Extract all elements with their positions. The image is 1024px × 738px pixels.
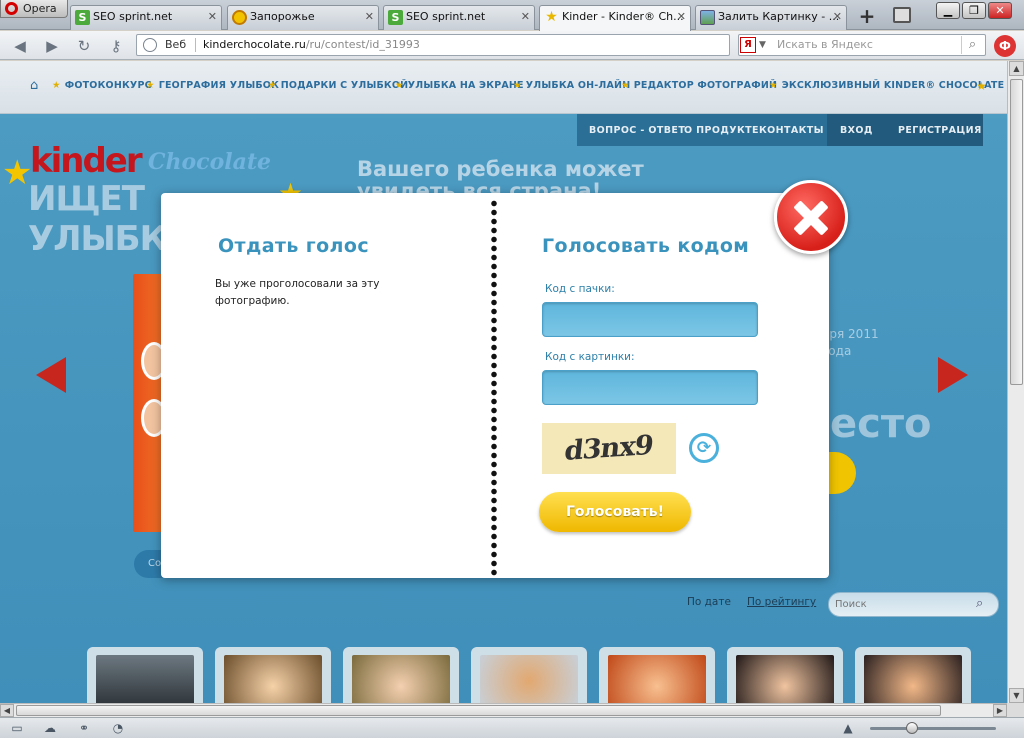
browser-tab[interactable]: S SEO sprint.net ✕ bbox=[70, 5, 222, 30]
pack-code-label: Код с пачки: bbox=[545, 283, 615, 295]
scroll-down-icon[interactable]: ▼ bbox=[1009, 688, 1024, 703]
close-icon[interactable] bbox=[774, 180, 848, 254]
pack-code-field[interactable] bbox=[542, 302, 758, 337]
zoom-menu-icon[interactable]: ▲ bbox=[840, 721, 856, 735]
scroll-up-icon[interactable]: ▲ bbox=[1009, 61, 1024, 76]
vote-by-code-title: Голосовать кодом bbox=[542, 235, 750, 257]
minimize-window-button[interactable]: ▁ bbox=[936, 2, 960, 19]
sun-icon bbox=[232, 10, 247, 25]
new-tab-icon[interactable]: + bbox=[855, 6, 879, 28]
refresh-captcha-icon[interactable]: ⟳ bbox=[689, 433, 719, 463]
yandex-icon[interactable]: Я bbox=[740, 37, 756, 53]
browser-status-bar: ▭ ☁ ⚭ ◔ ▲ bbox=[0, 717, 1024, 738]
opera-menu-button[interactable]: Opera bbox=[0, 0, 68, 18]
vertical-scroll-thumb[interactable] bbox=[1010, 79, 1023, 385]
address-separator bbox=[195, 38, 196, 52]
horizontal-scroll-thumb[interactable] bbox=[16, 705, 941, 716]
image-icon bbox=[700, 10, 715, 25]
address-host: kinderchocolate.ru bbox=[203, 38, 306, 51]
already-voted-message: Вы уже проголосовали за эту фотографию. bbox=[215, 278, 380, 307]
unite-icon[interactable]: ⚭ bbox=[76, 721, 92, 735]
captcha-image: d3nx9 bbox=[542, 423, 676, 474]
vote-submit-button[interactable]: Голосовать! bbox=[539, 492, 691, 532]
key-icon[interactable]: ⚷ bbox=[107, 37, 125, 55]
address-field[interactable]: Веб kinderchocolate.ru/ru/contest/id_319… bbox=[136, 34, 730, 56]
browser-tab[interactable]: S SEO sprint.net ✕ bbox=[383, 5, 535, 30]
tab-title: SEO sprint.net bbox=[93, 10, 173, 23]
tab-title: Kinder - Kinder® Ch... bbox=[562, 10, 684, 23]
image-code-input[interactable] bbox=[543, 371, 757, 404]
scrollbar-corner bbox=[1007, 703, 1024, 717]
tab-close-icon[interactable]: ✕ bbox=[208, 6, 217, 28]
seo-sprint-icon: S bbox=[75, 10, 90, 25]
vote-title: Отдать голос bbox=[218, 235, 369, 257]
address-scheme-label: Веб bbox=[165, 38, 187, 51]
scroll-right-icon[interactable]: ▶ bbox=[993, 704, 1007, 717]
reload-icon[interactable]: ↻ bbox=[75, 37, 93, 55]
panel-toggle-icon[interactable]: ▭ bbox=[9, 721, 25, 735]
browser-tab[interactable]: Залить Картинку - ... ✕ bbox=[695, 5, 847, 30]
zoom-slider-handle[interactable] bbox=[905, 722, 918, 734]
page-viewport: ⌂ ★ ФОТОКОНКУРС ★ ГЕОГРАФИЯ УЛЫБОК ★ ПОДАРК… bbox=[0, 61, 1007, 703]
browser-tab-active[interactable]: ★ Kinder - Kinder® Ch... ✕ bbox=[539, 5, 691, 31]
seo-sprint-icon: S bbox=[388, 10, 403, 25]
address-toolbar: ◀ ▶ ↻ ⚷ Веб kinderchocolate.ru/ru/contes… bbox=[0, 31, 1024, 60]
horizontal-scrollbar[interactable]: ◀ ▶ bbox=[0, 703, 1007, 717]
browser-tab[interactable]: Запорожье ✕ bbox=[227, 5, 379, 30]
opera-menu-label: Opera bbox=[23, 2, 57, 15]
tab-close-icon[interactable]: ✕ bbox=[833, 6, 842, 28]
captcha-text: d3nx9 bbox=[563, 429, 655, 468]
search-placeholder: Искать в Яндекс bbox=[777, 38, 873, 51]
vote-modal: Отдать голос Вы уже проголосовали за эту… bbox=[161, 193, 829, 578]
browser-tab-bar: Opera S SEO sprint.net ✕ Запорожье ✕ S S… bbox=[0, 0, 1024, 31]
opera-logo-icon bbox=[5, 2, 18, 15]
address-url[interactable]: kinderchocolate.ru/ru/contest/id_31993 bbox=[203, 35, 420, 55]
zoom-slider[interactable] bbox=[870, 727, 996, 730]
search-field[interactable]: Я ▼ Искать в Яндекс ⌕ bbox=[738, 34, 986, 56]
tab-title: Запорожье bbox=[250, 10, 315, 23]
back-arrow-icon[interactable]: ◀ bbox=[11, 37, 29, 55]
close-window-button[interactable]: ✕ bbox=[988, 2, 1012, 19]
tab-close-icon[interactable]: ✕ bbox=[677, 6, 686, 28]
tab-close-icon[interactable]: ✕ bbox=[365, 6, 374, 28]
address-path: /ru/contest/id_31993 bbox=[305, 38, 420, 51]
tab-title: SEO sprint.net bbox=[406, 10, 486, 23]
vertical-scrollbar[interactable]: ▲ ▼ bbox=[1007, 61, 1024, 703]
cloud-icon[interactable]: ☁ bbox=[42, 721, 58, 735]
tab-close-icon[interactable]: ✕ bbox=[521, 6, 530, 28]
search-icon[interactable]: ⌕ bbox=[961, 36, 983, 54]
turbo-speed-icon[interactable]: ◔ bbox=[110, 721, 126, 735]
forward-arrow-icon[interactable]: ▶ bbox=[43, 37, 61, 55]
globe-icon bbox=[143, 38, 157, 52]
tab-title: Залить Картинку - ... bbox=[718, 10, 840, 23]
modal-overlay: Отдать голос Вы уже проголосовали за эту… bbox=[0, 61, 1007, 703]
pack-code-input[interactable] bbox=[543, 303, 757, 336]
image-code-label: Код с картинки: bbox=[545, 351, 635, 363]
dotted-divider bbox=[490, 199, 498, 577]
scroll-left-icon[interactable]: ◀ bbox=[0, 704, 14, 717]
chevron-down-icon[interactable]: ▼ bbox=[759, 35, 766, 55]
account-icon[interactable]: Ф bbox=[994, 35, 1016, 57]
image-code-field[interactable] bbox=[542, 370, 758, 405]
trash-icon[interactable] bbox=[893, 7, 911, 23]
restore-window-button[interactable]: ❐ bbox=[962, 2, 986, 19]
star-icon: ★ bbox=[545, 9, 558, 25]
